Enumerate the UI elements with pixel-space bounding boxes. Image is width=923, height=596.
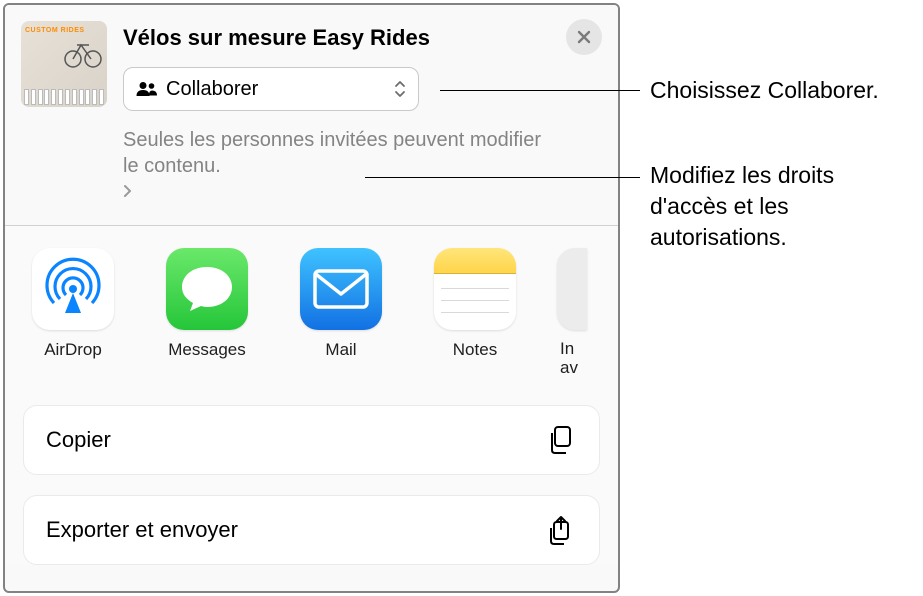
callout-line	[440, 90, 640, 91]
thumbnail-text: CUSTOM RIDES	[25, 27, 85, 35]
permissions-link[interactable]: Seules les personnes invitées peuvent mo…	[123, 127, 553, 199]
mail-icon	[300, 248, 382, 330]
bicycle-icon	[63, 35, 103, 69]
more-app-icon	[557, 248, 587, 330]
app-label: Mail	[325, 340, 356, 360]
actions-list: Copier Exporter et envoyer	[5, 387, 618, 565]
share-mode-label: Collaborer	[166, 78, 394, 101]
callout-modify: Modifiez les droits d'accès et les autor…	[650, 160, 910, 253]
share-header: CUSTOM RIDES Vélos sur mesure Easy Rides	[5, 5, 618, 211]
app-label: Messages	[168, 340, 245, 360]
chevron-up-down-icon	[394, 80, 406, 98]
app-more[interactable]: In av	[557, 248, 587, 377]
apps-row: AirDrop Messages Mail	[5, 226, 618, 387]
action-label: Copier	[46, 427, 545, 453]
action-export[interactable]: Exporter et envoyer	[23, 495, 600, 565]
close-icon	[576, 29, 592, 45]
app-label: In av	[560, 340, 584, 377]
app-mail[interactable]: Mail	[295, 248, 387, 377]
app-messages[interactable]: Messages	[161, 248, 253, 377]
app-label: AirDrop	[44, 340, 102, 360]
document-title: Vélos sur mesure Easy Rides	[123, 25, 558, 51]
document-thumbnail: CUSTOM RIDES	[21, 21, 107, 107]
share-sheet: CUSTOM RIDES Vélos sur mesure Easy Rides	[3, 3, 620, 593]
action-copy[interactable]: Copier	[23, 405, 600, 475]
action-label: Exporter et envoyer	[46, 517, 545, 543]
app-notes[interactable]: Notes	[429, 248, 521, 377]
app-label: Notes	[453, 340, 497, 360]
chevron-right-icon	[123, 183, 133, 199]
close-button[interactable]	[566, 19, 602, 55]
callout-line	[365, 177, 640, 178]
export-icon	[545, 514, 577, 546]
notes-icon	[434, 248, 516, 330]
copy-icon	[545, 424, 577, 456]
share-mode-select[interactable]: Collaborer	[123, 67, 419, 111]
people-icon	[136, 81, 158, 97]
app-airdrop[interactable]: AirDrop	[27, 248, 119, 377]
airdrop-icon	[32, 248, 114, 330]
messages-icon	[166, 248, 248, 330]
callout-choose: Choisissez Collaborer.	[650, 75, 879, 106]
permissions-text: Seules les personnes invitées peuvent mo…	[123, 127, 553, 179]
